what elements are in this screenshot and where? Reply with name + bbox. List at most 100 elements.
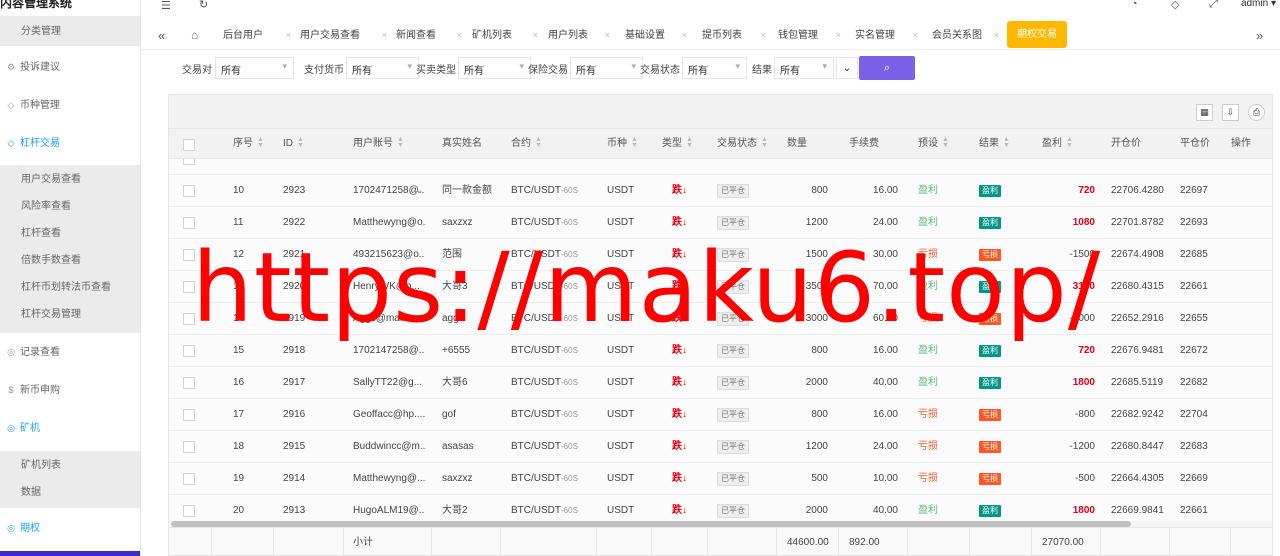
cell-close: 22683: [1180, 441, 1208, 452]
cell-currency: USDT: [607, 505, 635, 516]
status-badge: 已平仓: [717, 376, 749, 390]
close-icon[interactable]: ×: [994, 21, 999, 50]
filter-insurance-select[interactable]: 所有 ▾: [570, 57, 643, 79]
filter-pair-select[interactable]: 所有 ▾: [215, 57, 294, 79]
row-checkbox[interactable]: [183, 159, 195, 165]
cell-name: saxzxz: [442, 473, 473, 484]
row-checkbox[interactable]: [183, 185, 195, 197]
sidebar-subitem[interactable]: 杠杆币划转法币查看: [0, 274, 140, 301]
close-icon[interactable]: ×: [913, 21, 918, 50]
header-id[interactable]: ID ▲ ▼: [283, 129, 304, 159]
row-checkbox[interactable]: [183, 377, 195, 389]
header-account[interactable]: 用户账号 ▲ ▼: [353, 129, 404, 159]
filter-result-select[interactable]: 所有 ▾: [774, 57, 834, 79]
fullscreen-icon[interactable]: ⤢: [1209, 0, 1218, 11]
tag-icon[interactable]: ◇: [1171, 0, 1179, 11]
sidebar-item-complaints[interactable]: ⚙ 投诉建议: [0, 53, 140, 81]
user-menu[interactable]: admin ▾: [1241, 0, 1276, 9]
header-type[interactable]: 类型 ▲ ▼: [662, 129, 693, 159]
header-currency[interactable]: 币种 ▲ ▼: [607, 129, 638, 159]
header-result[interactable]: 结果 ▲ ▼: [979, 129, 1010, 159]
close-icon[interactable]: ×: [457, 21, 462, 50]
header-profit[interactable]: 盈利 ▲ ▼: [1042, 129, 1073, 159]
cell-profit: 720: [1078, 185, 1095, 196]
result-badge: 盈利: [979, 377, 1001, 389]
table-row[interactable]: 16 2917 SallyTT22@g... 大哥6 BTC/USDT-60S USDT 跌…: [169, 367, 1272, 399]
close-icon[interactable]: ×: [605, 21, 610, 50]
sidebar-item-currency[interactable]: ◇ 币种管理: [0, 91, 140, 119]
table-row[interactable]: 10 2923 1702471258@... 同一款金额 BTC/USDT-60S USD…: [169, 175, 1272, 207]
header-contract[interactable]: 合约 ▲ ▼: [511, 129, 542, 159]
table-row[interactable]: 18 2915 Buddwincc@m... asasas BTC/USDT-60S US…: [169, 431, 1272, 463]
table-row[interactable]: 19 2914 Matthewyng@... saxzxz BTC/USDT-60S US…: [169, 463, 1272, 495]
sidebar-subitem[interactable]: 风险率查看: [0, 193, 140, 220]
row-checkbox[interactable]: [183, 441, 195, 453]
sidebar-subitem[interactable]: 杠杆交易管理: [0, 301, 140, 328]
palette-icon[interactable]: ◔: [1131, 0, 1138, 10]
tab-member-graph[interactable]: 会员关系图 ×: [932, 21, 999, 50]
filter-payment-select[interactable]: 所有 ▾: [346, 57, 419, 79]
tab-user-trades[interactable]: 用户交易查看 ×: [300, 21, 387, 50]
tab-user-list[interactable]: 用户列表 ×: [548, 21, 610, 50]
print-icon[interactable]: ⎙: [1248, 104, 1265, 121]
sidebar-item-miner[interactable]: ◎ 矿机: [0, 414, 140, 442]
refresh-icon[interactable]: ↻: [199, 0, 208, 11]
row-checkbox[interactable]: [183, 473, 195, 485]
tab-basic-settings[interactable]: 基础设置 ×: [625, 21, 687, 50]
columns-icon[interactable]: ▦: [1196, 104, 1213, 121]
chevron-down-icon[interactable]: ⌄: [415, 175, 429, 207]
row-checkbox[interactable]: [183, 345, 195, 357]
sidebar-item-new-coin[interactable]: $ 新币申购: [0, 376, 140, 404]
result-badge: 亏损: [979, 473, 1001, 485]
sidebar-subitem[interactable]: 杠杆查看: [0, 220, 140, 247]
tab-admin-users[interactable]: 后台用户 ×: [223, 21, 291, 50]
cell-open: 22676.9481: [1111, 345, 1164, 356]
sidebar-subitem[interactable]: 矿机列表: [0, 452, 140, 479]
cell-qty: 800: [811, 185, 828, 196]
chevron-down-icon: ▾: [519, 61, 524, 71]
sidebar-item-leverage[interactable]: ◇ 杠杆交易: [0, 129, 140, 157]
close-icon[interactable]: ×: [682, 21, 687, 50]
tab-news[interactable]: 新闻查看 ×: [396, 21, 462, 50]
table-row[interactable]: 20 2913 HugoALM19@... 大哥2 BTC/USDT-60S USDT 跌↓…: [169, 495, 1272, 521]
select-all-checkbox[interactable]: [183, 139, 195, 151]
home-icon[interactable]: ⌂: [191, 21, 198, 50]
header-index[interactable]: 序号 ▲ ▼: [233, 129, 264, 159]
sidebar-subitem[interactable]: 用户交易查看: [0, 166, 140, 193]
search-button[interactable]: ⌕: [859, 56, 915, 80]
filter-expand-chevron-icon[interactable]: ⌄: [836, 57, 858, 79]
cell-profit: 1800: [1072, 505, 1095, 516]
header-preset[interactable]: 预设 ▲ ▼: [918, 129, 949, 159]
row-checkbox[interactable]: [183, 409, 195, 421]
cell-preset: 盈利: [918, 185, 938, 196]
tabs-scroll-left-icon[interactable]: «: [158, 21, 165, 50]
header-status[interactable]: 交易状态 ▲ ▼: [717, 129, 768, 159]
sidebar-subitem[interactable]: 倍数手数查看: [0, 247, 140, 274]
sort-icon: ▲ ▼: [1066, 136, 1073, 150]
tab-wallet[interactable]: 钱包管理 ×: [778, 21, 841, 50]
close-icon[interactable]: ×: [836, 21, 841, 50]
filter-side-select[interactable]: 所有 ▾: [458, 57, 531, 79]
cell-open: 22674.4908: [1111, 249, 1164, 260]
export-icon[interactable]: ⇩: [1222, 104, 1239, 121]
close-icon[interactable]: ×: [761, 21, 766, 50]
tab-miner-list[interactable]: 矿机列表 ×: [472, 21, 538, 50]
tab-options-trading[interactable]: 期权交易: [1007, 21, 1067, 48]
sidebar-item-records[interactable]: ◎ 记录查看: [0, 338, 140, 366]
cell-name: asasas: [442, 441, 474, 452]
cell-open: 22652.2916: [1111, 313, 1164, 324]
table-row[interactable]: 17 2916 Geoffacc@hp.... gof BTC/USDT-60S USDT…: [169, 399, 1272, 431]
close-icon[interactable]: ×: [533, 21, 538, 50]
menu-toggle-icon[interactable]: ☰: [161, 0, 171, 12]
tab-realname[interactable]: 实名管理 ×: [855, 21, 918, 50]
filter-status-select[interactable]: 所有 ▾: [682, 57, 747, 79]
row-checkbox[interactable]: [183, 505, 195, 517]
sidebar-subitem-category[interactable]: 分类管理: [0, 18, 140, 45]
tab-withdraw-list[interactable]: 提币列表 ×: [702, 21, 766, 50]
row-checkbox[interactable]: [183, 217, 195, 229]
close-icon[interactable]: ×: [382, 21, 387, 50]
close-icon[interactable]: ×: [286, 21, 291, 50]
sidebar-subitem[interactable]: 数据: [0, 479, 140, 506]
sidebar-item-options[interactable]: ◎ 期权: [0, 514, 140, 542]
tabs-scroll-right-icon[interactable]: »: [1256, 21, 1263, 50]
